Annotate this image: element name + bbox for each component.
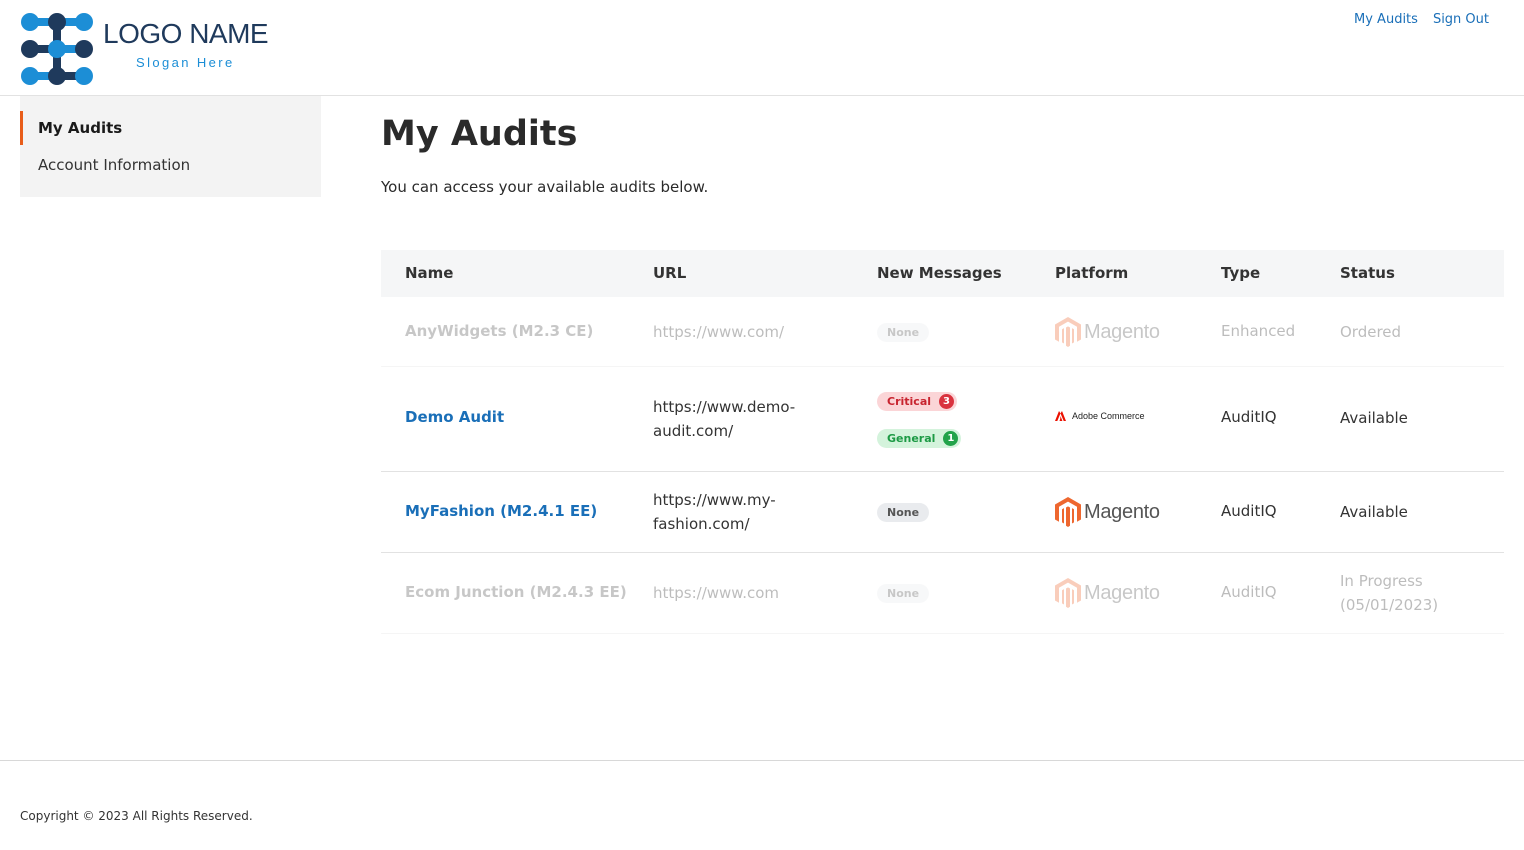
critical-label: Critical xyxy=(887,395,932,408)
general-label: General xyxy=(887,432,936,445)
site-footer: Copyright © 2023 All Rights Reserved. xyxy=(0,760,1524,850)
audit-status: Ordered xyxy=(1340,323,1402,341)
platform-logo-magento: Magento xyxy=(1055,578,1160,608)
top-nav: My Audits Sign Out xyxy=(1354,12,1489,27)
site-header: LOGO NAME Slogan Here My Audits Sign Out xyxy=(0,0,1524,96)
messages-none-badge: None xyxy=(877,584,930,603)
sidebar-item-my-audits[interactable]: My Audits xyxy=(20,111,321,145)
page-title: My Audits xyxy=(381,114,578,154)
column-header-new-messages[interactable]: New Messages xyxy=(877,250,1002,297)
magento-icon xyxy=(1055,497,1081,527)
magento-icon xyxy=(1055,317,1081,347)
table-row: AnyWidgets (M2.3 CE) https://www.com/ No… xyxy=(381,297,1504,367)
audit-status: Available xyxy=(1340,503,1408,521)
column-header-status[interactable]: Status xyxy=(1340,250,1395,297)
messages-none-badge: None xyxy=(877,323,930,342)
messages-none-badge: None xyxy=(877,503,930,522)
audit-name: AnyWidgets (M2.3 CE) xyxy=(405,322,594,340)
messages-cell: None xyxy=(877,502,930,522)
audit-status: Available xyxy=(1340,409,1408,427)
nav-link-sign-out[interactable]: Sign Out xyxy=(1433,12,1489,27)
nav-link-my-audits[interactable]: My Audits xyxy=(1354,12,1418,27)
platform-label: Magento xyxy=(1084,320,1160,343)
audit-type: Enhanced xyxy=(1221,322,1296,340)
sidebar-item-account-information[interactable]: Account Information xyxy=(20,148,321,182)
site-logo[interactable]: LOGO NAME Slogan Here xyxy=(20,12,280,86)
column-header-url[interactable]: URL xyxy=(653,250,686,297)
platform-logo-magento: Magento xyxy=(1055,317,1160,347)
column-header-type[interactable]: Type xyxy=(1221,250,1260,297)
messages-cell: Critical 3 General 1 xyxy=(877,391,962,448)
critical-messages-badge[interactable]: Critical 3 xyxy=(877,392,958,411)
logo-mark-icon xyxy=(21,13,93,85)
audit-type: AuditIQ xyxy=(1221,583,1277,601)
audits-table: Name URL New Messages Platform Type Stat… xyxy=(381,250,1504,634)
logo-slogan: Slogan Here xyxy=(136,55,235,70)
sidebar: My Audits Account Information xyxy=(20,96,321,197)
platform-label: Magento xyxy=(1084,581,1160,604)
copyright-text: Copyright © 2023 All Rights Reserved. xyxy=(20,809,253,823)
audit-type: AuditIQ xyxy=(1221,408,1277,426)
column-header-name[interactable]: Name xyxy=(405,250,453,297)
logo-name: LOGO NAME xyxy=(103,18,269,49)
adobe-icon xyxy=(1055,411,1066,421)
audit-name: Ecom Junction (M2.4.3 EE) xyxy=(405,583,627,601)
general-count: 1 xyxy=(943,431,959,446)
audit-url: https://www.demo-audit.com/ xyxy=(653,398,796,440)
audit-name-link[interactable]: MyFashion (M2.4.1 EE) xyxy=(405,502,635,520)
general-messages-badge[interactable]: General 1 xyxy=(877,429,962,448)
page-subtitle: You can access your available audits bel… xyxy=(381,178,709,196)
audit-status: In Progress (05/01/2023) xyxy=(1340,572,1439,614)
table-row: Ecom Junction (M2.4.3 EE) https://www.co… xyxy=(381,553,1504,634)
audit-url: https://www.com/ xyxy=(653,323,785,341)
messages-cell: None xyxy=(877,322,930,342)
messages-cell: None xyxy=(877,583,930,603)
audit-name-link[interactable]: Demo Audit xyxy=(405,408,635,426)
audit-type: AuditIQ xyxy=(1221,502,1277,520)
platform-label: Magento xyxy=(1084,500,1160,523)
magento-icon xyxy=(1055,578,1081,608)
platform-logo-adobe-commerce: Adobe Commerce xyxy=(1055,411,1145,421)
platform-logo-magento: Magento xyxy=(1055,497,1160,527)
table-row[interactable]: Demo Audit https://www.demo-audit.com/ C… xyxy=(381,367,1504,472)
audit-url: https://www.my-fashion.com/ xyxy=(653,491,776,533)
column-header-platform[interactable]: Platform xyxy=(1055,250,1128,297)
table-row[interactable]: MyFashion (M2.4.1 EE) https://www.my-fas… xyxy=(381,472,1504,553)
critical-count: 3 xyxy=(939,394,955,409)
platform-label: Adobe Commerce xyxy=(1072,411,1145,421)
audit-url: https://www.com xyxy=(653,584,779,602)
table-header: Name URL New Messages Platform Type Stat… xyxy=(381,250,1504,297)
